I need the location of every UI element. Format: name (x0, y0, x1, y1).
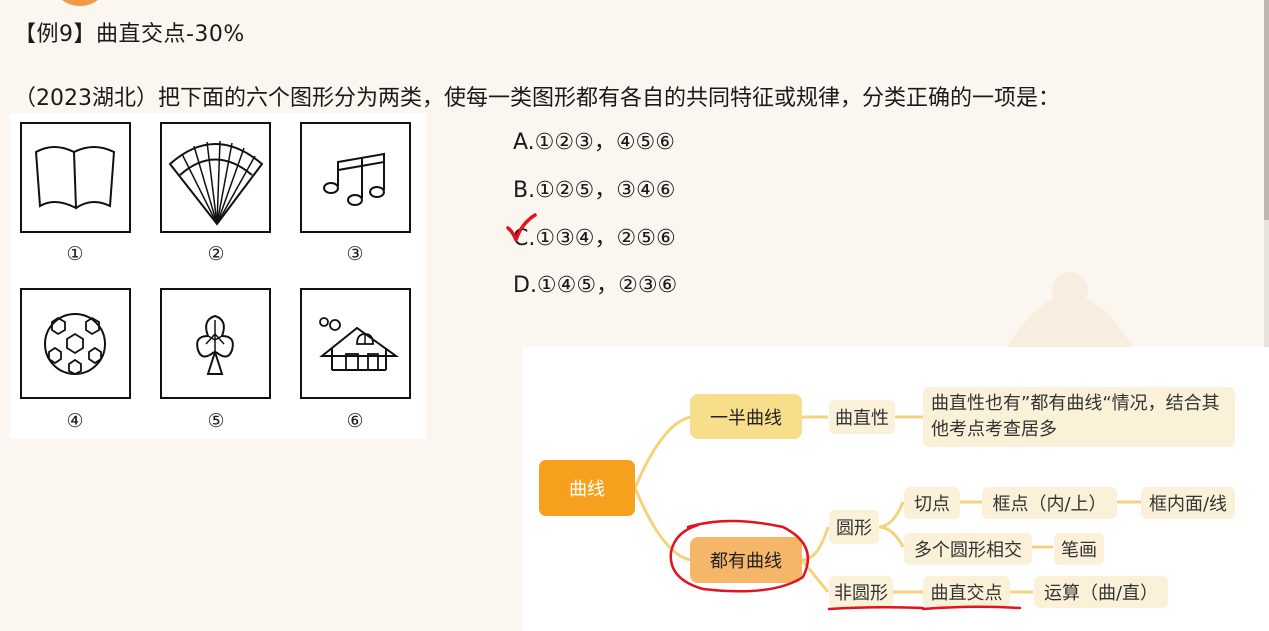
figure-1 (20, 122, 131, 233)
figure-2 (160, 122, 271, 233)
figure-6 (300, 288, 411, 399)
figure-5-number: ⑤ (207, 410, 225, 432)
house-icon (319, 317, 400, 371)
option-a[interactable]: A.①②③，④⑤⑥ (513, 124, 675, 156)
option-d[interactable]: D.①④⑤，②③⑥ (513, 267, 677, 299)
music-notes-icon (323, 152, 385, 206)
page-title: 【例9】曲直交点-30% (14, 22, 245, 47)
question-text: （2023湖北）把下面的六个图形分为两类，使每一类图形都有各自的共同特征或规律，… (14, 86, 1060, 111)
scrollbar-thumb[interactable] (1264, 0, 1269, 220)
figure-3 (300, 122, 411, 233)
checkmark-icon (506, 213, 537, 242)
open-book-icon (34, 146, 116, 210)
red-annotation (669, 519, 1022, 611)
option-b[interactable]: B.①②⑤，③④⑥ (513, 172, 675, 204)
avatar (58, 0, 102, 6)
figure-2-number: ② (207, 243, 225, 265)
figure-panel: ① ② ③ ④ ⑤ ⑥ (10, 113, 426, 439)
folding-fan-icon (168, 140, 264, 226)
mindmap: 曲线 一半曲线 曲直性 曲直性也有”都有曲线“情况，结合其他考点考查居多 都有曲… (523, 347, 1269, 631)
figure-4-number: ④ (66, 410, 84, 432)
figure-1-number: ① (66, 243, 84, 265)
club-tree-icon (196, 314, 234, 375)
figure-5 (160, 288, 271, 399)
figure-6-number: ⑥ (346, 410, 364, 432)
figure-4 (20, 288, 131, 399)
soccer-ball-icon (44, 313, 106, 376)
figure-3-number: ③ (346, 243, 364, 265)
